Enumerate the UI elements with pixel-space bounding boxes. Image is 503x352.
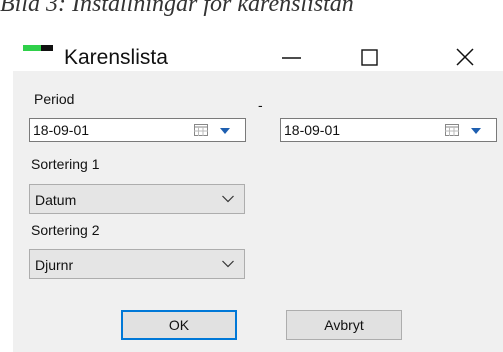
- sort1-value: Datum: [35, 192, 77, 208]
- sort2-select[interactable]: Djurnr: [29, 249, 245, 279]
- calendar-icon[interactable]: [194, 124, 208, 136]
- period-separator: -: [258, 97, 263, 113]
- sort2-label: Sortering 2: [31, 222, 100, 238]
- cancel-button[interactable]: Avbryt: [286, 310, 402, 340]
- window-title: Karenslista: [64, 46, 168, 69]
- period-label: Period: [34, 91, 75, 107]
- sort1-select[interactable]: Datum: [29, 184, 245, 214]
- ok-button[interactable]: OK: [121, 310, 237, 340]
- chevron-down-icon: [222, 195, 234, 203]
- date-from-picker[interactable]: 18-09-01: [29, 118, 246, 142]
- calendar-icon[interactable]: [445, 124, 459, 136]
- sort1-label: Sortering 1: [31, 156, 100, 172]
- date-to-picker[interactable]: 18-09-01: [280, 118, 497, 142]
- title-bar: Karenslista: [0, 18, 503, 69]
- caption: Bild 3: Inställningar för karenslistan: [0, 0, 354, 17]
- date-from-value: 18-09-01: [33, 122, 90, 138]
- app-icon: [23, 45, 53, 51]
- sort2-value: Djurnr: [35, 257, 74, 273]
- date-to-dropdown-icon[interactable]: [471, 128, 481, 134]
- date-from-dropdown-icon[interactable]: [220, 128, 230, 134]
- chevron-down-icon: [222, 260, 234, 268]
- date-to-value: 18-09-01: [284, 122, 341, 138]
